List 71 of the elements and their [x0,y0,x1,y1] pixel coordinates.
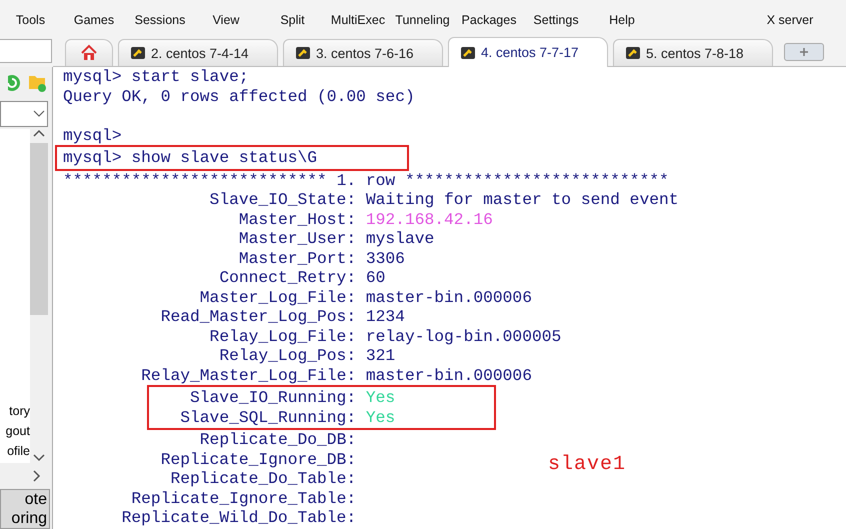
house-icon [80,44,98,62]
field-name: Slave_IO_Running: [190,388,356,407]
field-name: Relay_Log_Pos: [219,346,356,365]
session-tab[interactable]: 5. centos 7-8-18 [613,39,773,66]
toolbar-button[interactable]: MultiExec [330,13,386,27]
field-name: Replicate_Do_Table: [170,469,356,488]
field-name: Relay_Master_Log_File: [141,366,356,384]
session-tab[interactable]: 3. centos 7-6-16 [283,39,443,66]
field-value: master-bin.000006 [366,366,532,385]
terminal-line: mysql> show slave status\G [63,148,318,168]
field-value: 3306 [366,248,405,268]
toolbar-button[interactable]: Sessions [134,13,186,27]
plus-icon [799,46,809,56]
toolbar-button[interactable]: Split [280,13,305,27]
terminal-line: mysql> [63,126,122,145]
dropdown-field[interactable] [0,101,48,127]
field-name: Slave_SQL_Running: [180,408,356,426]
field-name: Master_Log_File: [200,288,356,306]
session-tab[interactable]: 2. centos 7-4-14 [118,39,278,66]
new-tab-button[interactable] [784,43,824,61]
home-tab[interactable] [65,39,113,66]
field-name: Master_Port: [238,248,356,268]
field-value: relay-log-bin.000005 [366,326,562,346]
field-name: Replicate_Ignore_DB: [160,450,356,468]
field-name: Replicate_Do_DB: [200,430,356,449]
field-value: 60 [366,268,386,288]
toolbar-button[interactable]: Packages [462,13,516,27]
chevron-down-icon [33,110,45,118]
search-field[interactable] [0,39,52,63]
field-name: Relay_Log_File: [210,326,356,346]
chevron-right-icon[interactable] [32,470,42,482]
terminal-line: *************************** 1. row *************************** [63,170,669,190]
key-icon [296,47,310,59]
field-value: 192.168.42.16 [366,210,493,229]
field-name: Connect_Retry: [219,268,356,287]
field-value: master-bin.000006 [366,288,532,307]
session-tab[interactable]: 4. centos 7-7-17 [448,37,608,67]
key-icon [626,47,640,59]
toolbar-button[interactable]: X server [766,13,814,27]
field-value: 321 [366,346,396,366]
toolbar-button[interactable]: Tools [16,13,46,27]
scrollbar[interactable] [30,129,48,463]
refresh-icon[interactable] [8,73,22,93]
sidebar-item[interactable]: gout [6,421,30,441]
sidebar-item[interactable]: tory [9,401,30,421]
terminal-line: Query OK, 0 rows affected (0.00 sec) [63,86,415,106]
field-name: Replicate_Ignore_Table: [131,488,356,508]
key-icon [461,46,475,58]
field-value: Waiting for master to send event [366,190,679,210]
scroll-down-icon[interactable] [33,453,45,463]
toolbar-button[interactable]: Games [74,13,114,27]
key-icon [131,47,145,59]
toolbar-button[interactable]: Tunneling [395,13,450,27]
field-value: 1234 [366,307,405,326]
field-value: Yes [366,388,396,408]
field-name: Slave_IO_State: [210,190,356,209]
annotation-label: slave1 [548,453,626,476]
scroll-up-icon[interactable] [33,129,45,139]
folder-icon[interactable] [28,73,46,93]
field-name: Read_Master_Log_Pos: [160,307,356,326]
terminal-line: mysql> start slave; [63,67,249,86]
field-value: myslave [366,229,434,248]
field-name: Replicate_Wild_Do_Table: [122,508,356,527]
field-name: Master_User: [238,229,356,248]
sidebar-item[interactable]: ofile [7,441,30,461]
toolbar-button[interactable]: View [212,13,240,27]
toolbar-button[interactable]: Help [609,13,635,27]
field-value: Yes [366,408,396,427]
field-name: Master_Host: [238,210,356,228]
sidebar-button[interactable]: ote oring [0,489,50,529]
toolbar-button[interactable]: Settings [533,13,579,27]
